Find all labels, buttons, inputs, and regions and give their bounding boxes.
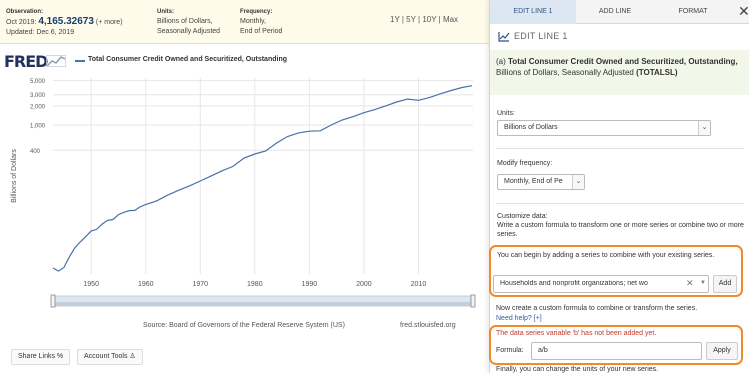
add-series-button[interactable]: Add: [713, 275, 737, 293]
source-line: Source: Board of Governors of the Federa…: [0, 322, 489, 334]
y-tick-label: 3,000: [30, 93, 46, 99]
combine-series-value: Households and nonprofit organizations; …: [500, 280, 648, 287]
frequency-label: Frequency:: [240, 9, 273, 15]
units-label: Units:: [157, 9, 174, 15]
tab-format[interactable]: FORMAT: [654, 0, 732, 24]
chevron-down-icon: ⌄: [698, 121, 710, 135]
x-tick-label: 1990: [302, 281, 318, 288]
frequency-line1: Monthly,: [240, 18, 266, 25]
frequency-select[interactable]: Monthly, End of Pe ⌄: [497, 174, 585, 190]
frequency-select-label: Modify frequency:: [497, 160, 553, 167]
units-line1: Billions of Dollars,: [157, 18, 213, 25]
y-axis-label: Billions of Dollars: [11, 149, 18, 203]
close-icon[interactable]: ✕: [738, 4, 749, 18]
source-text: Source: Board of Governors of the Federa…: [143, 322, 345, 329]
date-range-selector[interactable]: 1Y | 5Y | 10Y | Max: [390, 15, 458, 24]
customize-description: Write a custom formula to transform one …: [497, 222, 744, 238]
tab-add-line[interactable]: ADD LINE: [576, 0, 654, 24]
formula-hint: Now create a custom formula to combine o…: [496, 305, 698, 312]
x-tick-label: 2000: [356, 281, 372, 288]
series-label: (a): [496, 57, 506, 66]
x-tick-label: 1970: [192, 281, 208, 288]
frequency-block: Frequency: Monthly, End of Period: [240, 7, 282, 37]
x-tick-label: 1950: [83, 281, 99, 288]
range-handle-right: [470, 294, 476, 308]
clear-icon[interactable]: ✕: [686, 278, 694, 289]
frequency-line2: End of Period: [240, 28, 283, 35]
series-units: Billions of Dollars, Seasonally Adjusted: [496, 68, 634, 77]
combine-series-select[interactable]: Households and nonprofit organizations; …: [493, 275, 709, 293]
chart-header: FRED Total Consumer Credit Owned and Sec…: [0, 50, 489, 72]
observation-block: Observation: Oct 2019: 4,165.32673 (+ mo…: [6, 7, 123, 38]
range-slider-fill: [53, 302, 473, 306]
formula-input[interactable]: a/b: [531, 342, 702, 360]
main-page: Observation: Oct 2019: 4,165.32673 (+ mo…: [0, 0, 489, 373]
plot-area: [53, 78, 473, 274]
share-links-button[interactable]: Share Links %: [11, 349, 71, 365]
panel-tabs: EDIT LINE 1 ADD LINE FORMAT ✕: [490, 0, 749, 24]
units-select-label: Units:: [497, 110, 515, 117]
range-handle-left: [50, 294, 56, 308]
line-chart-icon: [498, 32, 510, 42]
units-change-hint: Finally, you can change the units of you…: [496, 366, 659, 373]
fred-logo[interactable]: FRED: [4, 52, 48, 71]
observation-bar: Observation: Oct 2019: 4,165.32673 (+ mo…: [0, 0, 489, 44]
observation-value: 4,165.32673: [38, 16, 94, 27]
units-select-value: Billions of Dollars: [504, 124, 558, 131]
y-tick-label: 2,000: [30, 104, 46, 110]
divider: [496, 148, 744, 149]
chevron-down-icon: ⌄: [572, 175, 584, 189]
series-code: (TOTALSL): [636, 68, 678, 77]
customize-label: Customize data:: [497, 213, 548, 220]
account-tools-button[interactable]: Account Tools ♙: [77, 349, 143, 365]
units-line2: Seasonally Adjusted: [157, 28, 221, 35]
y-tick-label: 1,000: [30, 124, 46, 130]
chevron-down-icon[interactable]: ▼: [700, 280, 706, 286]
x-tick-label: 1980: [247, 281, 263, 288]
tab-edit-line-1[interactable]: EDIT LINE 1: [490, 0, 576, 24]
formula-error-message: The data series variable 'b' has not bee…: [496, 330, 657, 337]
observation-more-link[interactable]: (+ more): [96, 19, 123, 26]
chart-title: Total Consumer Credit Owned and Securiti…: [88, 56, 287, 63]
formula-label: Formula:: [496, 347, 524, 354]
apply-button[interactable]: Apply: [706, 342, 738, 360]
need-help-link[interactable]: Need help? [+]: [496, 315, 542, 322]
x-tick-label: 1960: [138, 281, 154, 288]
units-block: Units: Billions of Dollars, Seasonally A…: [157, 7, 220, 37]
panel-heading-text: EDIT LINE 1: [514, 31, 568, 41]
legend-swatch: [75, 60, 85, 62]
observation-date: Oct 2019:: [6, 19, 37, 26]
series-description: (a) Total Consumer Credit Owned and Secu…: [490, 50, 749, 95]
frequency-select-value: Monthly, End of Pe: [504, 178, 563, 185]
y-tick-label: 400: [30, 149, 41, 155]
chart: 400 1,000 2,000 3,000 5,000 1950 1960 1970 1980 1…: [11, 78, 476, 308]
series-title: Total Consumer Credit Owned and Securiti…: [508, 57, 738, 66]
source-url[interactable]: fred.stlouisfed.org: [400, 322, 456, 329]
x-tick-label: 2010: [411, 281, 427, 288]
units-select[interactable]: Billions of Dollars ⌄: [497, 120, 711, 136]
y-tick-label: 5,000: [30, 79, 46, 85]
divider: [496, 203, 744, 204]
updated-date: Updated: Dec 6, 2019: [6, 29, 75, 36]
fred-logo-icon: [46, 55, 66, 67]
